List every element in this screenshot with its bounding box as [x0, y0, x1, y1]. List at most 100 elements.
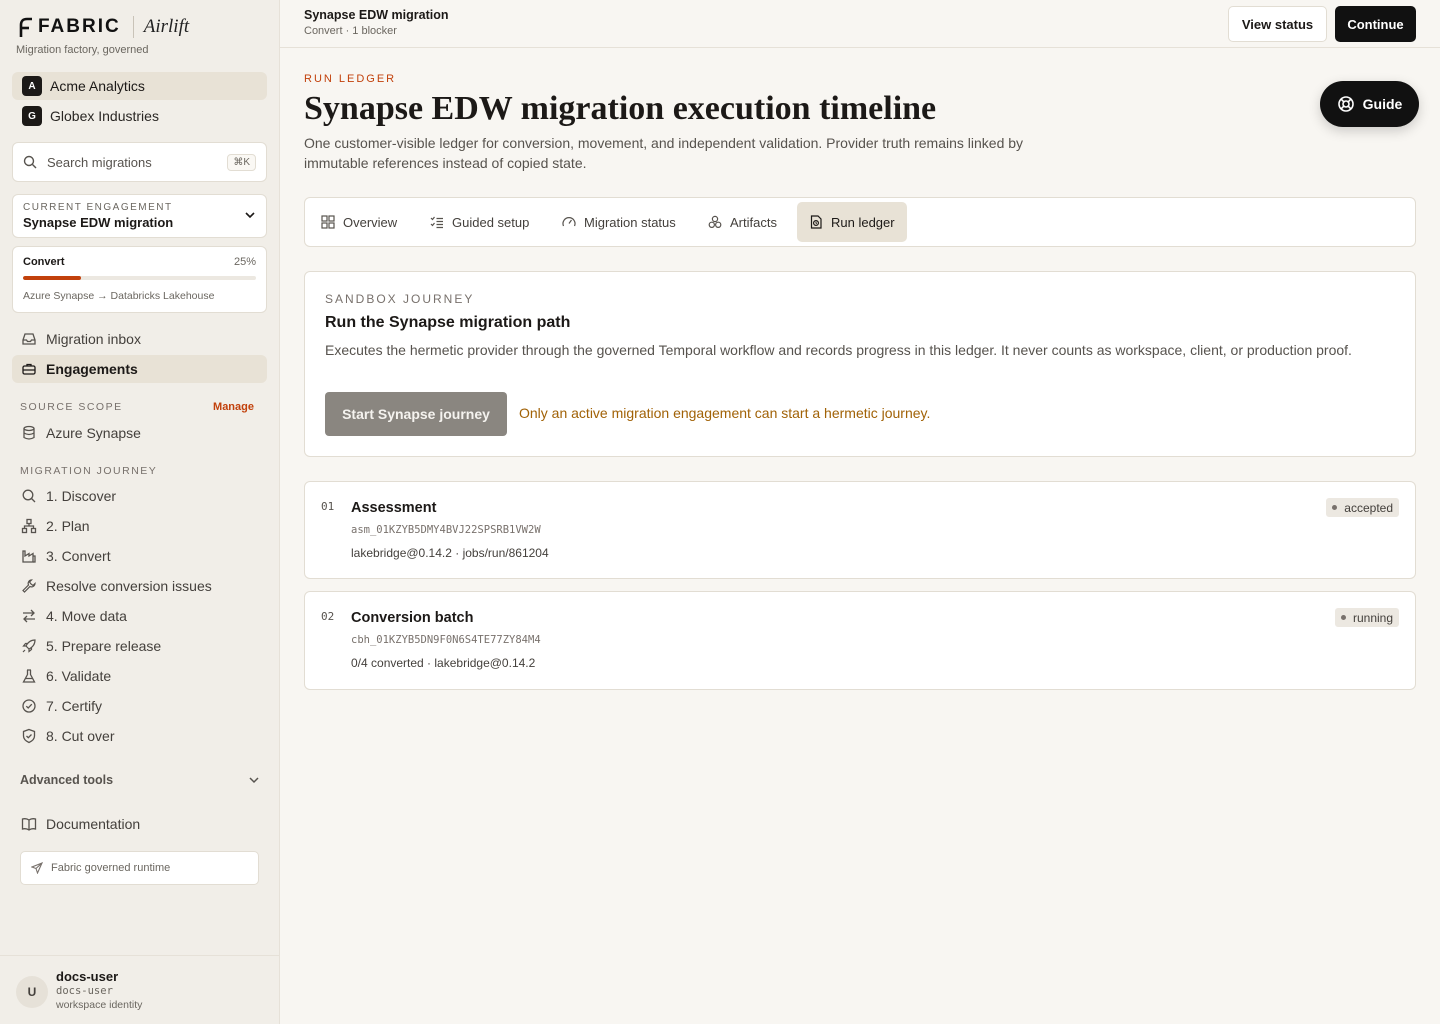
- user-profile[interactable]: U docs-user docs-user workspace identity: [0, 955, 279, 1024]
- tenant-badge: G: [22, 106, 42, 126]
- tenant-acme[interactable]: A Acme Analytics: [12, 72, 267, 100]
- nav-move-data[interactable]: 4. Move data: [12, 602, 267, 630]
- search-icon: [22, 489, 36, 503]
- nav-label: 1. Discover: [46, 488, 117, 504]
- hierarchy-icon: [21, 518, 37, 534]
- start-synapse-journey-button[interactable]: Start Synapse journey: [325, 392, 507, 436]
- tenant-badge: A: [22, 76, 42, 96]
- nav-resolve-conversion-issues[interactable]: Resolve conversion issues: [12, 572, 267, 600]
- factory-icon: [22, 550, 36, 563]
- nav-label: 7. Certify: [46, 698, 103, 714]
- nav-label: 8. Cut over: [46, 728, 115, 744]
- tab-migration-status[interactable]: Migration status: [550, 202, 688, 242]
- nav-prepare-release[interactable]: 5. Prepare release: [12, 632, 267, 660]
- rocket-icon: [22, 639, 36, 653]
- nav-source-azure-synapse[interactable]: Azure Synapse: [12, 419, 267, 447]
- search-input[interactable]: Search migrations ⌘K: [12, 142, 267, 182]
- flask-icon: [22, 669, 36, 683]
- brand-logo[interactable]: FABRIC Airlift: [18, 16, 189, 38]
- inbox-icon: [22, 333, 36, 345]
- tab-label: Guided setup: [452, 214, 530, 230]
- ledger-title: Assessment: [351, 500, 437, 516]
- guide-button[interactable]: Guide: [1320, 81, 1419, 127]
- shield-check-icon: [22, 728, 36, 744]
- migration-journey-label: MIGRATION JOURNEY: [20, 465, 158, 477]
- user-role: workspace identity: [56, 999, 143, 1011]
- nav-documentation[interactable]: Documentation: [12, 810, 267, 838]
- nav-label: 5. Prepare release: [46, 638, 162, 654]
- nav-label: 6. Validate: [46, 668, 112, 684]
- engagement-label: CURRENT ENGAGEMENT: [23, 202, 173, 213]
- phase-percent: 25%: [233, 256, 256, 268]
- nav-label: Azure Synapse: [46, 425, 141, 441]
- nav-engagements[interactable]: Engagements: [12, 355, 267, 383]
- nav-label: Documentation: [46, 816, 141, 832]
- tenant-globex[interactable]: G Globex Industries: [12, 102, 267, 130]
- wrench-icon: [22, 579, 36, 593]
- advanced-tools-toggle[interactable]: Advanced tools: [20, 773, 260, 787]
- page-eyebrow: RUN LEDGER: [304, 73, 397, 85]
- tab-artifacts[interactable]: Artifacts: [696, 202, 789, 242]
- status-badge: accepted: [1326, 498, 1399, 517]
- search-shortcut: ⌘K: [227, 153, 256, 171]
- tab-label: Overview: [343, 214, 398, 230]
- tenant-name: Globex Industries: [50, 108, 159, 124]
- nav-migration-inbox[interactable]: Migration inbox: [12, 325, 267, 353]
- chevron-down-icon: [249, 777, 259, 784]
- view-status-button[interactable]: View status: [1228, 6, 1327, 42]
- check-circle-icon: [22, 699, 36, 713]
- progress-track: [23, 276, 256, 280]
- ledger-reference-id: asm_01KZYB5DMY4BVJ22SPSRB1VW2W: [351, 524, 541, 536]
- nav-discover[interactable]: 1. Discover: [12, 482, 267, 510]
- tab-run-ledger[interactable]: Run ledger: [797, 202, 907, 242]
- sandbox-description: Executes the hermetic provider through t…: [325, 342, 1352, 358]
- nav-validate[interactable]: 6. Validate: [12, 662, 267, 690]
- nav-label: 4. Move data: [46, 608, 127, 624]
- continue-button[interactable]: Continue: [1335, 6, 1416, 42]
- nav-certify[interactable]: 7. Certify: [12, 692, 267, 720]
- ledger-entry[interactable]: 02 Conversion batch cbh_01KZYB5DN9F0N6S4…: [304, 591, 1416, 690]
- sandbox-label: SANDBOX JOURNEY: [325, 292, 475, 306]
- user-id: docs-user: [56, 985, 113, 997]
- boxes-icon: [708, 215, 722, 229]
- book-icon: [21, 818, 37, 831]
- engagement-value: Synapse EDW migration: [23, 215, 174, 230]
- manage-source-link[interactable]: Manage: [213, 401, 254, 413]
- chevron-down-icon: [245, 212, 255, 219]
- tab-label: Artifacts: [730, 214, 777, 230]
- briefcase-icon: [22, 363, 36, 375]
- ledger-reference-id: cbh_01KZYB5DN9F0N6S4TE77ZY84M4: [351, 634, 541, 646]
- nav-cut-over[interactable]: 8. Cut over: [12, 722, 267, 750]
- sidebar: FABRIC Airlift Migration factory, govern…: [0, 0, 280, 1024]
- status-badge: running: [1334, 608, 1399, 627]
- search-placeholder: Search migrations: [47, 154, 152, 170]
- plane-icon: [31, 862, 43, 874]
- nav-convert[interactable]: 3. Convert: [12, 542, 267, 570]
- arrows-swap-icon: [23, 609, 35, 623]
- migration-route: Azure Synapse → Databricks Lakehouse: [23, 290, 215, 302]
- guide-label: Guide: [1362, 96, 1403, 112]
- context-title: Synapse EDW migration: [304, 8, 449, 22]
- phase-progress-card: Convert 25% Azure Synapse → Databricks L…: [12, 246, 267, 313]
- nav-label: Resolve conversion issues: [46, 578, 212, 594]
- nav-plan[interactable]: 2. Plan: [12, 512, 267, 540]
- runtime-label: Fabric governed runtime: [51, 862, 171, 874]
- nav-label: 3. Convert: [46, 548, 111, 564]
- sandbox-warning: Only an active migration engagement can …: [519, 405, 931, 421]
- page-title: Synapse EDW migration execution timeline: [304, 90, 937, 127]
- nav-label: Engagements: [46, 361, 138, 377]
- context-subtitle: Convert · 1 blocker: [304, 25, 397, 37]
- tab-guided-setup[interactable]: Guided setup: [418, 202, 541, 242]
- engagement-select[interactable]: CURRENT ENGAGEMENT Synapse EDW migration: [12, 194, 267, 238]
- phase-name: Convert: [23, 256, 65, 268]
- database-icon: [23, 425, 35, 440]
- page-tabs: Overview Guided setup Migration status A…: [304, 197, 1416, 247]
- sandbox-journey-card: SANDBOX JOURNEY Run the Synapse migratio…: [304, 271, 1416, 457]
- tab-overview[interactable]: Overview: [309, 202, 409, 242]
- ledger-entry[interactable]: 01 Assessment asm_01KZYB5DMY4BVJ22SPSRB1…: [304, 481, 1416, 579]
- nav-label: Migration inbox: [46, 331, 141, 347]
- ledger-icon: [810, 215, 822, 229]
- advanced-tools-label: Advanced tools: [20, 773, 114, 787]
- product-name: Airlift: [143, 16, 190, 37]
- lifebuoy-icon: [1337, 96, 1354, 112]
